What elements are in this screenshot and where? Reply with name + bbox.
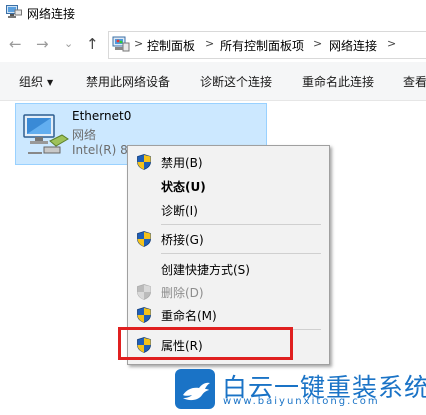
- ethernet-adapter-icon: [23, 114, 69, 154]
- menu-item-label: 重命名(M): [161, 309, 217, 323]
- properties-highlight-box: [118, 327, 293, 360]
- dropdown-arrow-icon: ▼: [47, 78, 54, 87]
- menu-item-label: 诊断(I): [161, 204, 198, 218]
- watermark-logo: 白云一键重装系统 www.baiyunxitong.com: [165, 365, 426, 415]
- view-status-button[interactable]: 查看: [403, 73, 426, 90]
- breadcrumb-separator-icon[interactable]: >: [313, 37, 322, 50]
- connection-adapter: Intel(R) 82: [72, 143, 132, 157]
- menu-item-diagnose[interactable]: 诊断(I): [128, 198, 329, 222]
- uac-shield-icon: [137, 307, 151, 323]
- uac-shield-icon: [137, 154, 151, 170]
- menu-item-status[interactable]: 状态(U): [128, 174, 329, 198]
- network-connections-icon: [6, 5, 22, 18]
- control-panel-icon: [112, 36, 130, 52]
- breadcrumb-control-panel[interactable]: 控制面板: [147, 37, 195, 54]
- back-arrow-icon[interactable]: ←: [9, 36, 22, 52]
- connection-type: 网络: [72, 128, 97, 142]
- window-title: 网络连接: [27, 7, 76, 21]
- menu-item-create-shortcut[interactable]: 创建快捷方式(S): [128, 257, 329, 281]
- rename-connection-button[interactable]: 重命名此连接: [302, 73, 374, 90]
- menu-item-label: 删除(D): [161, 286, 204, 300]
- diagnose-connection-button[interactable]: 诊断这个连接: [200, 73, 272, 90]
- navigation-bar: ← → ⌄ ↑ > 控制面板 > 所有控制面板项 > 网络连接 >: [0, 28, 426, 60]
- breadcrumb-separator-icon[interactable]: >: [205, 37, 214, 50]
- organize-menu-button[interactable]: 组织 ▼: [19, 73, 53, 90]
- menu-item-disable[interactable]: 禁用(B): [128, 150, 329, 174]
- breadcrumb-all-items[interactable]: 所有控制面板项: [220, 37, 304, 54]
- bird-logo-icon: [175, 369, 215, 409]
- menu-item-rename[interactable]: 重命名(M): [128, 303, 329, 327]
- menu-item-delete: 删除(D): [128, 280, 329, 304]
- menu-item-label: 禁用(B): [161, 156, 203, 170]
- address-bar[interactable]: > 控制面板 > 所有控制面板项 > 网络连接 >: [108, 31, 426, 59]
- forward-arrow-icon[interactable]: →: [36, 36, 49, 52]
- uac-shield-icon: [137, 284, 151, 300]
- menu-item-label: 桥接(G): [161, 233, 204, 247]
- recent-locations-chevron-icon[interactable]: ⌄: [64, 36, 73, 52]
- menu-separator: [161, 253, 321, 254]
- watermark-url: www.baiyunxitong.com: [223, 396, 380, 407]
- breadcrumb-network-connections[interactable]: 网络连接: [329, 37, 377, 54]
- menu-item-label: 状态(U): [161, 180, 206, 194]
- connection-name: Ethernet0: [72, 109, 132, 123]
- menu-item-bridge[interactable]: 桥接(G): [128, 227, 329, 251]
- up-arrow-icon[interactable]: ↑: [86, 36, 99, 52]
- uac-shield-icon: [137, 231, 151, 247]
- breadcrumb-separator-icon[interactable]: >: [134, 37, 143, 50]
- menu-item-label: 创建快捷方式(S): [161, 263, 250, 277]
- disable-device-button[interactable]: 禁用此网络设备: [86, 73, 170, 90]
- breadcrumb-separator-icon[interactable]: >: [387, 37, 396, 50]
- command-toolbar: 组织 ▼ 禁用此网络设备 诊断这个连接 重命名此连接 查看: [0, 62, 426, 101]
- title-bar: 网络连接: [0, 0, 426, 26]
- menu-separator: [161, 224, 321, 225]
- organize-label: 组织: [19, 75, 44, 89]
